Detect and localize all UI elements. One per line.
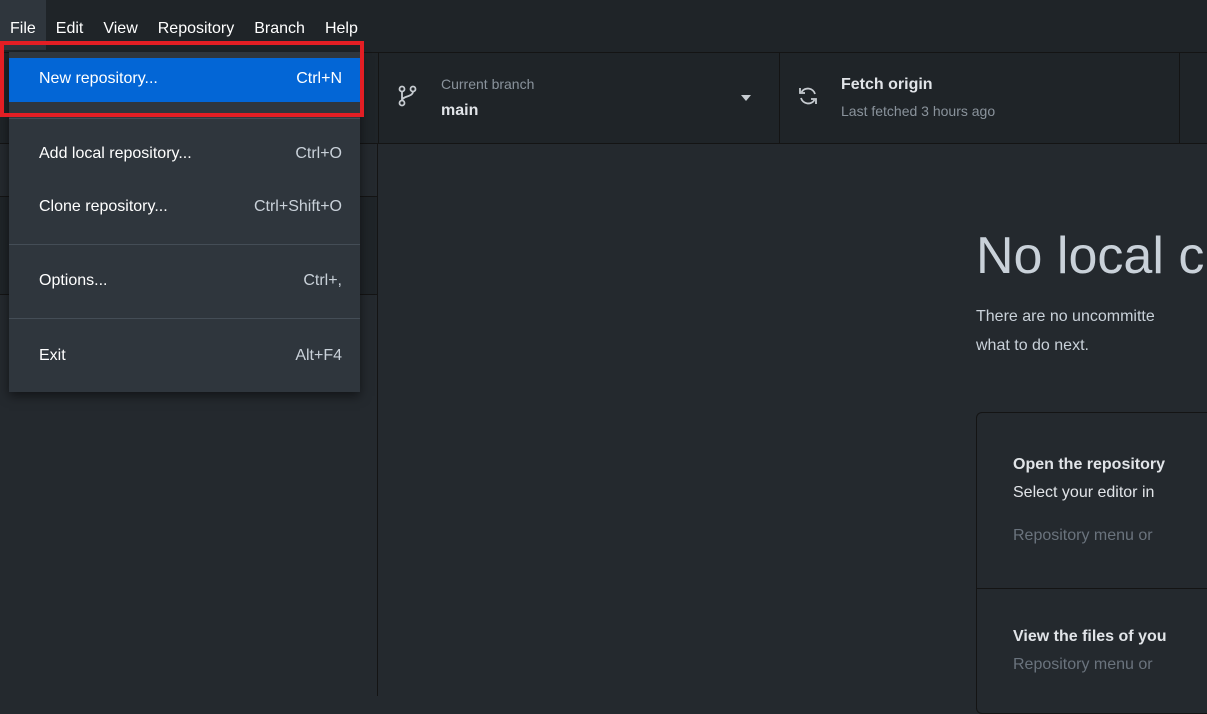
- menu-item-add-local-repository[interactable]: Add local repository... Ctrl+O: [9, 133, 360, 177]
- menu-item-shortcut: Ctrl+,: [303, 272, 342, 289]
- view-files-title: View the files of you: [1013, 628, 1167, 645]
- open-repo-text: Select your editor in: [1013, 484, 1155, 501]
- blank-slate-title: No local c: [976, 227, 1205, 285]
- suggestions-card: Open the repository Select your editor i…: [976, 412, 1207, 714]
- description-line: what to do next.: [976, 337, 1089, 354]
- highlight-annotation: [0, 41, 364, 117]
- menu-item-shortcut: Alt+F4: [295, 347, 342, 364]
- branch-caption: Current branch: [441, 76, 535, 92]
- menu-separator: [9, 244, 360, 245]
- menu-item-label: Clone repository...: [39, 198, 168, 215]
- menu-separator: [9, 118, 360, 119]
- blank-slate-description: There are no uncommitte what to do next.: [976, 302, 1207, 360]
- view-files-hint: Repository menu or: [1013, 656, 1153, 673]
- menu-item-exit[interactable]: Exit Alt+F4: [9, 335, 360, 379]
- description-line: There are no uncommitte: [976, 308, 1155, 325]
- branch-name: main: [441, 102, 479, 119]
- menu-separator: [9, 318, 360, 319]
- menu-item-options[interactable]: Options... Ctrl+,: [9, 260, 360, 304]
- card-divider: [977, 588, 1207, 589]
- main-panel: No local c There are no uncommitte what …: [378, 144, 1207, 714]
- menu-item-shortcut: Ctrl+O: [295, 145, 342, 162]
- menu-item-label: Exit: [39, 347, 66, 364]
- sync-icon: [799, 87, 817, 105]
- current-branch-button[interactable]: Current branch main: [378, 53, 780, 143]
- fetch-origin-button[interactable]: Fetch origin Last fetched 3 hours ago: [779, 53, 1180, 143]
- chevron-down-icon: [741, 95, 751, 101]
- open-repo-hint: Repository menu or: [1013, 527, 1153, 544]
- menu-item-shortcut: Ctrl+Shift+O: [253, 198, 342, 215]
- menu-item-clone-repository[interactable]: Clone repository... Ctrl+Shift+O: [9, 186, 360, 230]
- menu-item-label: Options...: [39, 272, 108, 289]
- fetch-status: Last fetched 3 hours ago: [841, 103, 996, 119]
- menu-item-label: Add local repository...: [39, 145, 192, 162]
- fetch-title: Fetch origin: [841, 76, 933, 93]
- open-repo-title: Open the repository: [1013, 456, 1166, 473]
- branch-icon: [398, 85, 417, 107]
